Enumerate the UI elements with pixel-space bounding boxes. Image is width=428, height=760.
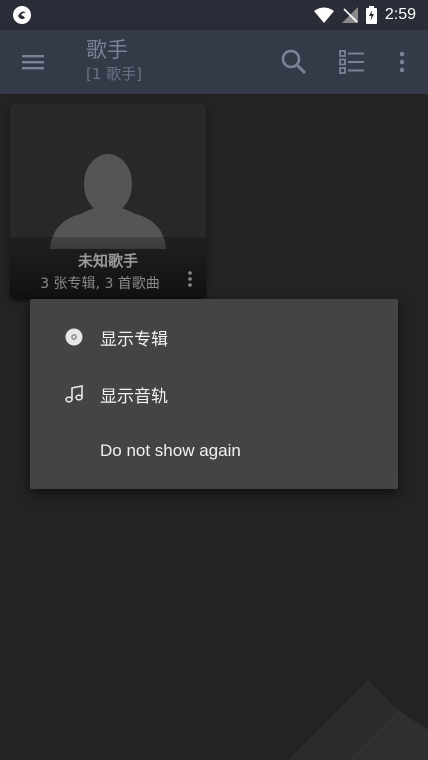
- card-more-icon[interactable]: [182, 269, 198, 289]
- title-block: 歌手 [1 歌手]: [86, 36, 142, 84]
- artist-card[interactable]: 未知歌手 3 张专辑, 3 首歌曲: [10, 104, 206, 299]
- menu-item-label: 显示音轨: [100, 386, 168, 406]
- more-vert-icon[interactable]: [386, 46, 418, 78]
- menu-item-label: Do not show again: [100, 441, 241, 460]
- status-bar: 2:59: [0, 0, 428, 30]
- page-title: 歌手: [86, 38, 128, 62]
- status-time: 2:59: [384, 6, 416, 23]
- toolbar: 歌手 [1 歌手]: [0, 30, 428, 94]
- menu-item-do-not-show-again[interactable]: Do not show again: [30, 423, 398, 479]
- music-note-icon: [65, 385, 83, 403]
- menu-icon[interactable]: [18, 48, 50, 76]
- wifi-icon: [313, 7, 334, 23]
- person-placeholder-icon: [50, 154, 166, 249]
- page-subtitle: [1 歌手]: [86, 65, 143, 83]
- artist-name: 未知歌手: [77, 252, 138, 270]
- menu-item-label: 显示专辑: [100, 329, 168, 349]
- list-view-icon[interactable]: [336, 46, 368, 78]
- popup-menu: 显示专辑 显示音轨 Do not show again: [30, 299, 398, 489]
- menu-item-show-albums[interactable]: 显示专辑: [30, 309, 398, 365]
- artist-stats: 3 张专辑, 3 首歌曲: [40, 276, 160, 292]
- background-decoration: [288, 680, 428, 760]
- menu-item-show-tracks[interactable]: 显示音轨: [30, 366, 398, 422]
- status-icons: 2:59: [313, 0, 416, 30]
- card-info: 未知歌手 3 张专辑, 3 首歌曲: [10, 237, 206, 299]
- search-icon[interactable]: [278, 46, 310, 78]
- app-logo-icon: [13, 6, 31, 24]
- album-disc-icon: [65, 328, 83, 346]
- battery-charging-icon: [365, 6, 377, 24]
- no-signal-icon: [341, 7, 358, 23]
